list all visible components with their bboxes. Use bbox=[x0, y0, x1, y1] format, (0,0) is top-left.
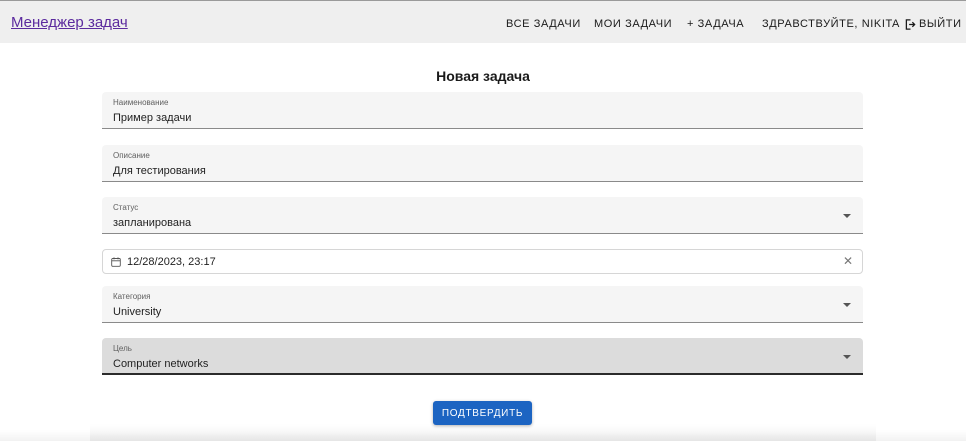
logout-label: ВЫЙТИ bbox=[919, 18, 962, 30]
logout-icon bbox=[905, 18, 916, 30]
goal-label: Цель bbox=[113, 344, 132, 353]
submit-button[interactable]: ПОДТВЕРДИТЬ bbox=[433, 401, 532, 425]
close-icon[interactable]: ✕ bbox=[843, 255, 853, 267]
nav-all-tasks[interactable]: ВСЕ ЗАДАЧИ bbox=[506, 18, 581, 30]
category-label: Категория bbox=[113, 292, 151, 301]
chevron-down-icon bbox=[843, 214, 851, 218]
calendar-icon bbox=[111, 257, 121, 267]
goal-select[interactable]: Цель Computer networks bbox=[102, 338, 863, 375]
status-select[interactable]: Статус запланирована bbox=[102, 197, 863, 234]
goal-value: Computer networks bbox=[113, 358, 209, 370]
status-value: запланирована bbox=[113, 217, 192, 229]
logout-button[interactable]: ВЫЙТИ bbox=[905, 18, 962, 30]
name-label: Наименование bbox=[113, 98, 169, 107]
description-label: Описание bbox=[113, 151, 150, 160]
nav-add-task[interactable]: + ЗАДАЧА bbox=[687, 18, 744, 30]
description-value: Для тестирования bbox=[113, 165, 206, 177]
nav-my-tasks[interactable]: МОИ ЗАДАЧИ bbox=[594, 18, 672, 30]
deadline-value: 12/28/2023, 23:17 bbox=[127, 256, 216, 268]
category-select[interactable]: Категория University bbox=[102, 286, 863, 323]
name-value: Пример задачи bbox=[113, 112, 192, 124]
nav-greeting[interactable]: ЗДРАВСТВУЙТЕ, NIKITA bbox=[762, 18, 900, 30]
top-app-bar: Менеджер задач ВСЕ ЗАДАЧИ МОИ ЗАДАЧИ + З… bbox=[0, 0, 966, 43]
brand-link[interactable]: Менеджер задач bbox=[11, 14, 128, 31]
description-field[interactable]: Описание Для тестирования bbox=[102, 145, 863, 182]
form-title: Новая задача bbox=[436, 68, 530, 84]
chevron-down-icon bbox=[843, 303, 851, 307]
page-bottom-shadow bbox=[0, 430, 966, 441]
deadline-datetime-field[interactable]: 12/28/2023, 23:17 ✕ bbox=[102, 249, 863, 274]
chevron-down-icon bbox=[843, 355, 851, 359]
category-value: University bbox=[113, 306, 162, 318]
status-label: Статус bbox=[113, 203, 139, 212]
name-field[interactable]: Наименование Пример задачи bbox=[102, 92, 863, 129]
